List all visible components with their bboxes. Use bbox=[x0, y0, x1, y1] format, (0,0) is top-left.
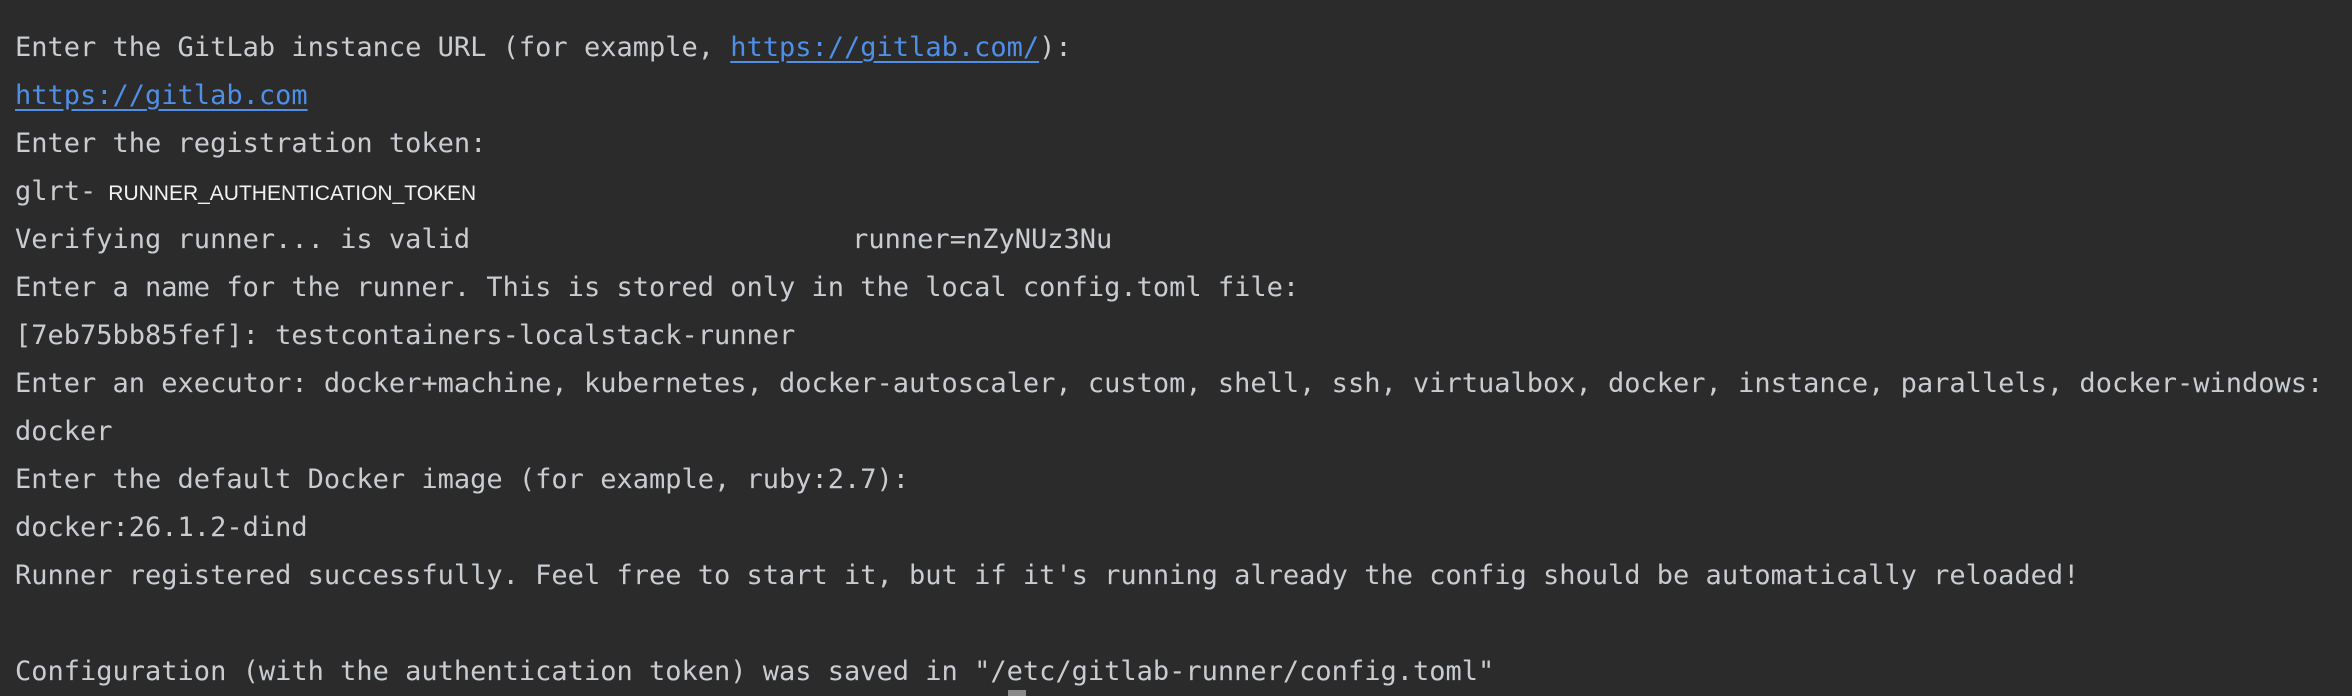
instance-url-prompt-text: Enter the GitLab instance URL (for examp… bbox=[15, 32, 731, 63]
terminal-line-executor-prompt: Enter an executor: docker+machine, kuber… bbox=[15, 368, 2324, 399]
terminal-line-runner-name-input: [7eb75bb85fef]: testcontainers-localstac… bbox=[15, 320, 796, 351]
terminal-cursor-mark bbox=[1008, 690, 1026, 696]
instance-url-prompt-suffix: ): bbox=[1039, 32, 1072, 63]
entered-gitlab-url-link[interactable]: https://gitlab.com bbox=[15, 80, 308, 111]
terminal-line-runner-verification: Verifying runner... is valid runner=nZyNU… bbox=[15, 216, 2352, 264]
terminal-line-executor-input: docker bbox=[15, 416, 113, 447]
runner-id: runner=nZyNUz3Nu bbox=[852, 224, 1113, 255]
terminal-line-instance-url-prompt: Enter the GitLab instance URL (for examp… bbox=[15, 24, 2352, 72]
example-gitlab-link[interactable]: https://gitlab.com/ bbox=[730, 32, 1039, 63]
terminal-line-config-saved: Configuration (with the authentication t… bbox=[15, 656, 1495, 687]
token-prefix: glrt- bbox=[15, 176, 97, 207]
terminal-line-token-input: glrt- RUNNER_AUTHENTICATION_TOKEN bbox=[15, 168, 2352, 216]
terminal-line-docker-image-prompt: Enter the default Docker image (for exam… bbox=[15, 464, 910, 495]
terminal-output[interactable]: Enter the GitLab instance URL (for examp… bbox=[0, 0, 2352, 696]
terminal-line-runner-name-prompt: Enter a name for the runner. This is sto… bbox=[15, 272, 1300, 303]
terminal-line-token-prompt: Enter the registration token: bbox=[15, 128, 487, 159]
terminal-line-registration-success: Runner registered successfully. Feel fre… bbox=[15, 560, 2080, 591]
runner-authentication-token: RUNNER_AUTHENTICATION_TOKEN bbox=[108, 182, 477, 205]
terminal-line-instance-url-input: https://gitlab.com bbox=[15, 72, 2352, 120]
terminal-line-docker-image-input: docker:26.1.2-dind bbox=[15, 512, 308, 543]
verification-status: Verifying runner... is valid bbox=[15, 224, 471, 255]
